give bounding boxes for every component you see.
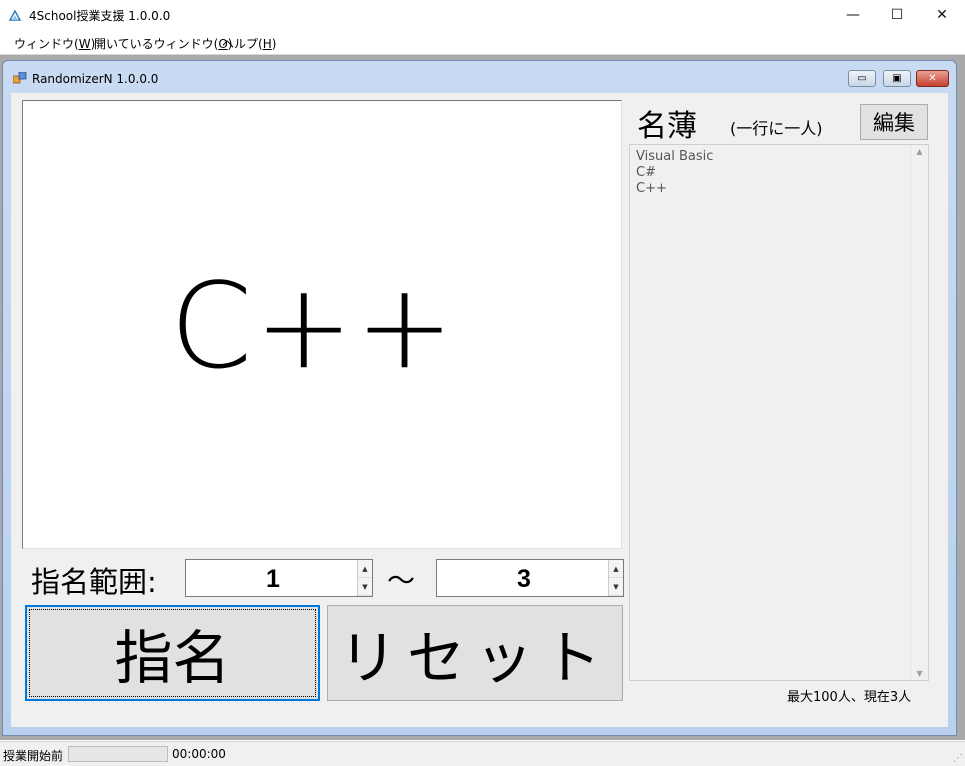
maximize-button[interactable]: ☐ xyxy=(874,0,920,30)
list-item: C# xyxy=(636,165,656,180)
minimize-button[interactable]: — xyxy=(830,0,876,30)
chevron-up-icon[interactable]: ▲ xyxy=(911,147,928,156)
chevron-down-icon[interactable]: ▼ xyxy=(358,578,372,596)
roster-count: 最大100人、現在3人 xyxy=(787,690,912,705)
chevron-up-icon[interactable]: ▲ xyxy=(609,560,623,578)
progress-bar xyxy=(68,746,168,762)
child-maximize-button[interactable]: ▣ xyxy=(883,70,911,87)
edit-button[interactable]: 編集 xyxy=(860,104,928,140)
child-close-button[interactable]: ✕ xyxy=(916,70,949,87)
roster-lines: Visual Basic C# C++ xyxy=(636,149,713,197)
menu-window[interactable]: ウィンドウ(W) xyxy=(14,35,95,52)
chevron-down-icon[interactable]: ▼ xyxy=(609,578,623,596)
status-time: 00:00:00 xyxy=(172,747,226,761)
range-to-input[interactable] xyxy=(437,560,611,598)
result-display: C++ xyxy=(22,100,622,549)
status-state: 授業開始前 xyxy=(3,749,64,763)
randomizer-window: RandomizerN 1.0.0.0 ▭ ▣ ✕ C++ 指名範囲: ▲ ▼ … xyxy=(2,60,957,736)
status-bar: 授業開始前 00:00:00 ⋰ xyxy=(0,741,965,766)
list-item: Visual Basic xyxy=(636,149,714,164)
window-client-area: C++ 指名範囲: ▲ ▼ ～ ▲ ▼ 指名 リセット 名薄 (一行に一人) 編… xyxy=(11,93,948,727)
menu-open-windows[interactable]: 開いているウィンドウ(O) xyxy=(94,35,232,52)
range-to-arrows[interactable]: ▲ ▼ xyxy=(608,560,623,596)
menu-help[interactable]: ヘルプ(H) xyxy=(222,35,276,52)
roster-scrollbar[interactable]: ▲ ▼ xyxy=(910,145,928,680)
reset-button[interactable]: リセット xyxy=(327,605,623,701)
window-app-icon xyxy=(13,72,27,84)
range-label: 指名範囲: xyxy=(31,565,157,599)
range-separator: ～ xyxy=(387,564,416,597)
focus-rect xyxy=(29,609,316,697)
child-minimize-button[interactable]: ▭ xyxy=(848,70,876,87)
selected-name: C++ xyxy=(169,256,457,395)
roster-title: 名薄 xyxy=(637,109,697,144)
menu-bar: ウィンドウ(W) 開いているウィンドウ(O) ヘルプ(H) xyxy=(0,30,965,55)
range-from-arrows[interactable]: ▲ ▼ xyxy=(357,560,372,596)
range-from-input[interactable] xyxy=(186,560,360,598)
roster-subtitle: (一行に一人) xyxy=(730,119,823,138)
range-from-stepper[interactable]: ▲ ▼ xyxy=(185,559,373,598)
call-button[interactable]: 指名 xyxy=(25,605,320,701)
chevron-down-icon[interactable]: ▼ xyxy=(911,669,928,678)
roster-textarea[interactable]: Visual Basic C# C++ ▲ ▼ xyxy=(629,144,929,681)
app-logo-icon xyxy=(8,9,22,21)
resize-grip-icon[interactable]: ⋰ xyxy=(953,753,963,764)
window-title: RandomizerN 1.0.0.0 xyxy=(32,72,159,86)
app-titlebar: 4School授業支援 1.0.0.0 — ☐ ✕ xyxy=(0,0,965,30)
range-to-stepper[interactable]: ▲ ▼ xyxy=(436,559,624,598)
list-item: C++ xyxy=(636,181,667,196)
chevron-up-icon[interactable]: ▲ xyxy=(358,560,372,578)
app-title: 4School授業支援 1.0.0.0 xyxy=(29,9,171,23)
close-button[interactable]: ✕ xyxy=(919,0,965,30)
